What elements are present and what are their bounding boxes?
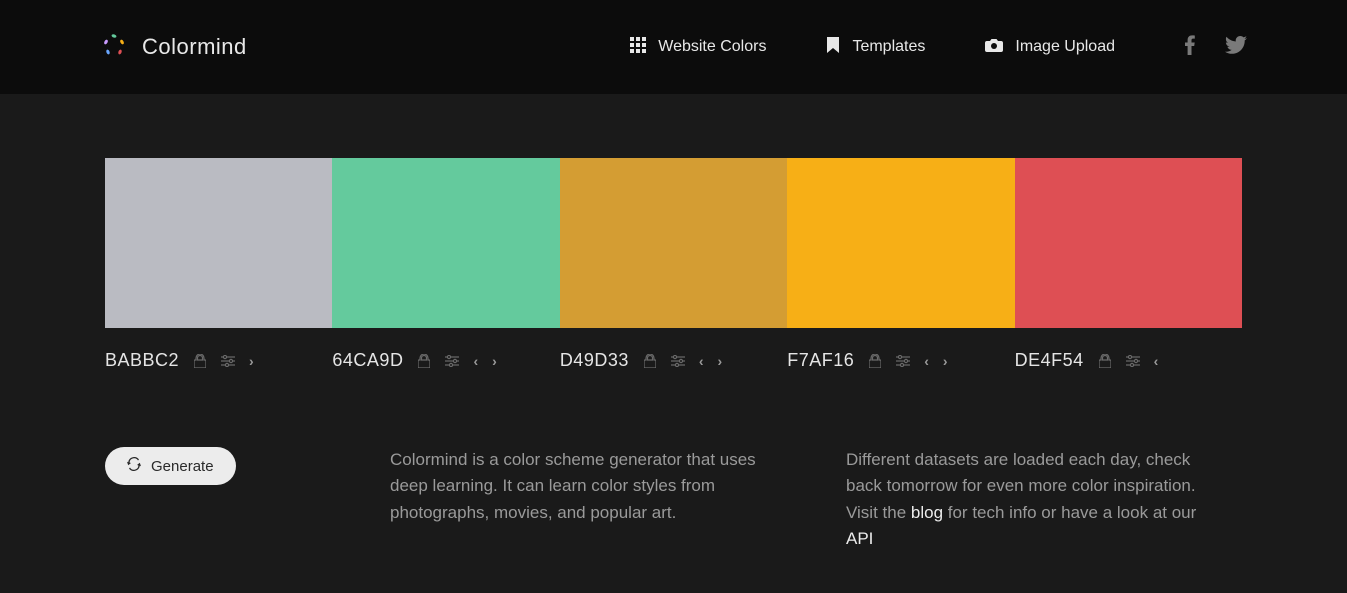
top-nav-bar: Colormind Website Colors Templates	[0, 0, 1347, 94]
generate-label: Generate	[151, 458, 214, 475]
generate-button[interactable]: Generate	[105, 447, 236, 485]
swatch-meta: DE4F54 ‹	[1015, 350, 1242, 371]
bookmark-icon	[826, 37, 840, 58]
nav-label: Website Colors	[658, 38, 766, 56]
sliders-icon[interactable]	[896, 354, 910, 368]
hex-code: D49D33	[560, 350, 629, 371]
description-left: Colormind is a color scheme generator th…	[390, 447, 786, 552]
description-right: Different datasets are loaded each day, …	[846, 447, 1242, 552]
sliders-icon[interactable]	[445, 354, 459, 368]
swatch-controls: ‹›	[868, 353, 947, 369]
hex-code: DE4F54	[1015, 350, 1084, 371]
lock-icon[interactable]	[868, 354, 882, 368]
palette-meta-row: BABBC2›64CA9D‹›D49D33‹›F7AF16‹›DE4F54‹	[105, 350, 1242, 371]
hex-code: BABBC2	[105, 350, 179, 371]
api-link[interactable]: API	[846, 529, 873, 548]
refresh-icon	[127, 457, 141, 475]
social-links	[1185, 35, 1247, 60]
nav-website-colors[interactable]: Website Colors	[630, 37, 766, 58]
twitter-icon[interactable]	[1225, 36, 1247, 59]
sliders-icon[interactable]	[671, 354, 685, 368]
color-swatch[interactable]	[105, 158, 332, 328]
hex-code: F7AF16	[787, 350, 854, 371]
main-content: BABBC2›64CA9D‹›D49D33‹›F7AF16‹›DE4F54‹ G…	[0, 94, 1347, 593]
lock-icon[interactable]	[1098, 354, 1112, 368]
chevron-left-icon[interactable]: ‹	[473, 353, 478, 369]
below-row: Generate Colormind is a color scheme gen…	[105, 447, 1242, 552]
primary-nav: Website Colors Templates Image Upload	[630, 37, 1115, 58]
nav-label: Templates	[852, 38, 925, 56]
swatch-controls: ›	[193, 353, 254, 369]
brand-name: Colormind	[142, 34, 247, 60]
color-swatch[interactable]	[560, 158, 787, 328]
hex-code: 64CA9D	[332, 350, 403, 371]
brand[interactable]: Colormind	[100, 31, 247, 64]
nav-templates[interactable]: Templates	[826, 37, 925, 58]
swatch-controls: ‹›	[643, 353, 722, 369]
facebook-icon[interactable]	[1185, 35, 1195, 60]
swatch-meta: D49D33‹›	[560, 350, 787, 371]
chevron-right-icon[interactable]: ›	[943, 353, 948, 369]
logo-icon	[100, 31, 128, 64]
swatch-meta: 64CA9D‹›	[332, 350, 559, 371]
sliders-icon[interactable]	[221, 354, 235, 368]
chevron-left-icon[interactable]: ‹	[924, 353, 929, 369]
camera-icon	[985, 38, 1003, 57]
grid-icon	[630, 37, 646, 58]
nav-image-upload[interactable]: Image Upload	[985, 38, 1115, 57]
swatch-controls: ‹›	[417, 353, 496, 369]
lock-icon[interactable]	[417, 354, 431, 368]
nav-label: Image Upload	[1015, 38, 1115, 56]
swatch-meta: BABBC2 ›	[105, 350, 332, 371]
color-swatch[interactable]	[332, 158, 559, 328]
chevron-right-icon[interactable]: ›	[492, 353, 497, 369]
description-text: for tech info or have a look at our	[943, 503, 1196, 522]
chevron-right-icon[interactable]: ›	[249, 353, 254, 369]
blog-link[interactable]: blog	[911, 503, 943, 522]
color-swatch[interactable]	[787, 158, 1014, 328]
chevron-left-icon[interactable]: ‹	[1154, 353, 1159, 369]
palette-row	[105, 158, 1242, 328]
swatch-meta: F7AF16‹›	[787, 350, 1014, 371]
color-swatch[interactable]	[1015, 158, 1242, 328]
chevron-left-icon[interactable]: ‹	[699, 353, 704, 369]
swatch-controls: ‹	[1098, 353, 1159, 369]
chevron-right-icon[interactable]: ›	[718, 353, 723, 369]
lock-icon[interactable]	[643, 354, 657, 368]
lock-icon[interactable]	[193, 354, 207, 368]
sliders-icon[interactable]	[1126, 354, 1140, 368]
